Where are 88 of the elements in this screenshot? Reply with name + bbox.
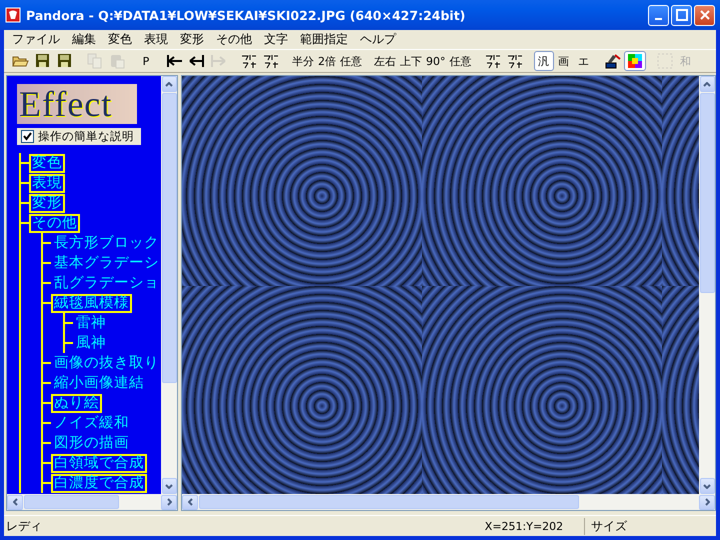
toolbar-button[interactable]: 2倍 xyxy=(316,51,338,71)
close-icon xyxy=(698,9,710,21)
horizontal-scrollbar[interactable] xyxy=(182,494,715,510)
dashed-selection-icon xyxy=(656,52,674,70)
chevron-up-icon xyxy=(165,82,173,86)
tree-item[interactable]: 縮小画像連結 xyxy=(51,374,147,392)
toolbar-button[interactable]: P xyxy=(136,51,156,71)
tree-item[interactable]: 基本グラデーシ xyxy=(51,254,161,272)
tree-item[interactable]: 乱グラデーショ xyxy=(51,274,161,292)
kana-glyph-icon xyxy=(240,52,258,70)
menu-item[interactable]: 範囲指定 xyxy=(294,31,354,48)
menu-item[interactable]: ファイル xyxy=(6,31,66,48)
arrow-left-bar-icon xyxy=(188,52,206,70)
arrow-left-bar-icon xyxy=(166,52,184,70)
vertical-scrollbar[interactable] xyxy=(699,76,715,494)
horizontal-scrollbar[interactable] xyxy=(7,494,177,510)
kana-glyph-icon xyxy=(262,52,280,70)
toolbar-button[interactable]: 画 xyxy=(554,51,574,71)
chevron-right-icon xyxy=(166,498,172,506)
window-title: Pandora - Q:¥DATA1¥LOW¥SEKAI¥SKI022.JPG (640×427:24bit) xyxy=(26,8,466,22)
tree-item[interactable]: その他 xyxy=(29,214,80,232)
scroll-left-button[interactable] xyxy=(182,494,198,510)
menu-item[interactable]: 変形 xyxy=(174,31,210,48)
menu-item[interactable]: 文字 xyxy=(258,31,294,48)
tree-item[interactable]: 風神 xyxy=(73,334,109,352)
scroll-thumb[interactable] xyxy=(199,495,579,509)
menu-item[interactable]: その他 xyxy=(210,31,258,48)
menu-item[interactable]: 変色 xyxy=(102,31,138,48)
color-palette-icon xyxy=(626,52,644,70)
chevron-down-icon xyxy=(703,484,711,488)
scroll-thumb[interactable] xyxy=(700,93,714,293)
tree-item[interactable]: 表現 xyxy=(29,174,65,192)
toolbar-button[interactable]: 任意 xyxy=(338,51,364,71)
image-size-label: サイズ xyxy=(584,518,716,534)
tree-item[interactable]: 白領域で合成 xyxy=(51,454,147,472)
cursor-position: X=251:Y=202 xyxy=(484,520,564,532)
tree-item[interactable]: 長方形ブロック xyxy=(51,234,161,252)
chevron-down-icon xyxy=(165,484,173,488)
tree-item[interactable]: ノイズ緩和 xyxy=(51,414,132,432)
arrow-right-bar-icon xyxy=(210,52,228,70)
copy-icon xyxy=(86,52,104,70)
tree-item[interactable]: 変色 xyxy=(29,154,65,172)
toolbar-button[interactable] xyxy=(624,51,646,71)
toolbar-button[interactable]: 左右 xyxy=(372,51,398,71)
tree-item[interactable]: ぬり絵 xyxy=(51,394,102,412)
toolbar-button[interactable]: 上下 xyxy=(398,51,424,71)
app-icon xyxy=(5,7,21,23)
toolbar-button[interactable]: 半分 xyxy=(290,51,316,71)
tree-item[interactable]: 画像の抜き取り xyxy=(51,354,161,372)
maximize-button[interactable] xyxy=(671,4,692,26)
maximize-icon xyxy=(676,9,688,21)
kana-glyph-icon xyxy=(506,52,524,70)
menu-item[interactable]: 編集 xyxy=(66,31,102,48)
status-text: レディ xyxy=(5,518,43,534)
tree-item[interactable]: 図形の描画 xyxy=(51,434,132,452)
checkbox[interactable] xyxy=(21,130,34,143)
check-icon xyxy=(22,131,33,142)
scroll-left-button[interactable] xyxy=(7,494,23,510)
toolbar-button[interactable]: エ xyxy=(574,51,594,71)
effect-logo: Effect xyxy=(17,84,137,124)
pen-icon xyxy=(604,52,622,70)
toolbar-button[interactable]: 任意 xyxy=(448,51,474,71)
tree-item[interactable]: 変形 xyxy=(29,194,65,212)
vertical-scrollbar[interactable] xyxy=(161,76,177,494)
scroll-thumb[interactable] xyxy=(24,495,119,509)
kana-glyph-icon xyxy=(484,52,502,70)
toolbar-button[interactable]: 汎 xyxy=(534,51,554,71)
scroll-right-button[interactable] xyxy=(161,494,177,510)
toolbar-button[interactable]: 90° xyxy=(424,51,448,71)
scroll-up-button[interactable] xyxy=(162,76,176,92)
scroll-down-button[interactable] xyxy=(700,478,714,494)
chevron-up-icon xyxy=(703,82,711,86)
tree-item[interactable]: 絨毯風模様 xyxy=(51,294,132,312)
chevron-left-icon xyxy=(12,498,18,506)
menu-item[interactable]: 表現 xyxy=(138,31,174,48)
tree-item[interactable]: 雷神 xyxy=(73,314,109,332)
scroll-down-button[interactable] xyxy=(162,478,176,494)
scroll-up-button[interactable] xyxy=(700,76,714,92)
tree-item[interactable]: 白濃度で合成 xyxy=(51,474,147,492)
minimize-icon xyxy=(655,18,662,20)
scroll-right-button[interactable] xyxy=(699,494,715,510)
menu-item[interactable]: ヘルプ xyxy=(354,31,402,48)
clipboard-icon xyxy=(108,52,126,70)
minimize-button[interactable] xyxy=(648,4,669,26)
chevron-left-icon xyxy=(188,498,192,506)
scroll-thumb[interactable] xyxy=(162,93,176,383)
close-button[interactable] xyxy=(694,4,715,26)
chevron-right-icon xyxy=(704,498,710,506)
